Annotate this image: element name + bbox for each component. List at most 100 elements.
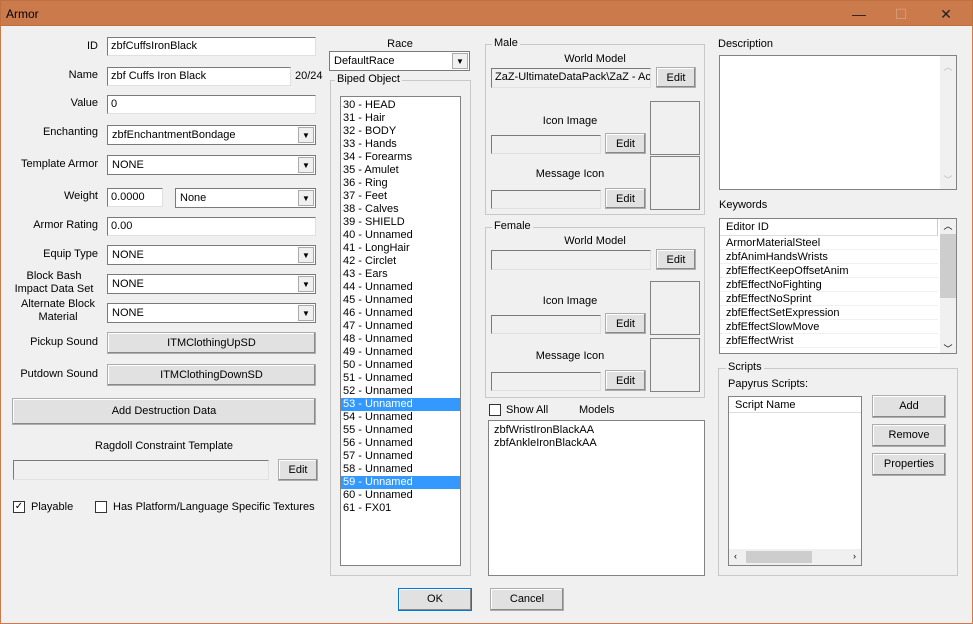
putdown-sound-button[interactable]: ITMClothingDownSD <box>107 364 316 386</box>
biped-slot-item[interactable]: 42 - Circlet <box>341 255 460 268</box>
male-world-model-edit-button[interactable]: Edit <box>656 67 696 88</box>
keyword-item[interactable]: zbfEffectSlowMove <box>720 320 938 334</box>
keyword-item[interactable]: ArmorMaterialSteel <box>720 236 938 250</box>
biped-slot-item[interactable]: 31 - Hair <box>341 112 460 125</box>
female-message-icon-input[interactable] <box>491 372 601 391</box>
female-message-icon-preview <box>650 338 700 392</box>
biped-slot-item[interactable]: 57 - Unnamed <box>341 450 460 463</box>
weight-type-select[interactable]: None ▼ <box>175 188 316 208</box>
scripts-horizontal-scrollbar[interactable]: ‹ › <box>729 549 861 565</box>
female-label: Female <box>492 220 533 232</box>
scrollbar-thumb[interactable] <box>940 234 956 298</box>
cancel-button[interactable]: Cancel <box>490 588 564 611</box>
female-message-icon-edit-button[interactable]: Edit <box>605 370 646 391</box>
biped-slot-item[interactable]: 36 - Ring <box>341 177 460 190</box>
keyword-item[interactable]: zbfEffectNoSprint <box>720 292 938 306</box>
biped-slot-item[interactable]: 34 - Forearms <box>341 151 460 164</box>
biped-slot-item[interactable]: 30 - HEAD <box>341 99 460 112</box>
scripts-list[interactable]: Script Name ‹ › <box>728 396 862 566</box>
male-message-icon-edit-button[interactable]: Edit <box>605 188 646 209</box>
male-icon-image-edit-button[interactable]: Edit <box>605 133 646 154</box>
biped-slot-item[interactable]: 55 - Unnamed <box>341 424 460 437</box>
female-world-model-edit-button[interactable]: Edit <box>656 249 696 270</box>
minimize-button[interactable]: — <box>836 1 882 27</box>
enchanting-select[interactable]: zbfEnchantmentBondage ▼ <box>107 125 316 145</box>
biped-slot-item[interactable]: 37 - Feet <box>341 190 460 203</box>
description-textarea[interactable]: ︿ ﹀ <box>719 55 957 190</box>
scrollbar-thumb[interactable] <box>746 551 812 563</box>
biped-slot-item[interactable]: 56 - Unnamed <box>341 437 460 450</box>
ok-button[interactable]: OK <box>398 588 472 611</box>
weight-input[interactable]: 0.0000 <box>107 188 163 207</box>
biped-slot-item[interactable]: 51 - Unnamed <box>341 372 460 385</box>
enchanting-value: zbfEnchantmentBondage <box>112 129 236 141</box>
block-bash-select[interactable]: NONE ▼ <box>107 274 316 294</box>
female-world-model-input[interactable] <box>491 250 651 270</box>
script-name-column-header[interactable]: Script Name <box>729 397 861 413</box>
biped-slot-item[interactable]: 39 - SHIELD <box>341 216 460 229</box>
keyword-item[interactable]: zbfEffectNoFighting <box>720 278 938 292</box>
biped-slot-item[interactable]: 47 - Unnamed <box>341 320 460 333</box>
female-icon-image-input[interactable] <box>491 315 601 334</box>
biped-slot-item[interactable]: 54 - Unnamed <box>341 411 460 424</box>
biped-slot-item[interactable]: 41 - LongHair <box>341 242 460 255</box>
biped-slot-item[interactable]: 43 - Ears <box>341 268 460 281</box>
ragdoll-edit-button[interactable]: Edit <box>278 459 318 481</box>
name-char-count: 20/24 <box>295 70 323 82</box>
model-item[interactable]: zbfAnkleIronBlackAA <box>492 437 701 450</box>
keyword-item[interactable]: zbfAnimHandsWrists <box>720 250 938 264</box>
biped-slot-item[interactable]: 45 - Unnamed <box>341 294 460 307</box>
biped-slot-item[interactable]: 46 - Unnamed <box>341 307 460 320</box>
id-input[interactable]: zbfCuffsIronBlack <box>107 37 316 56</box>
pickup-sound-button[interactable]: ITMClothingUpSD <box>107 332 316 354</box>
keywords-list[interactable]: Editor ID ︿ ﹀ ArmorMaterialSteel zbfAnimHa… <box>719 218 957 354</box>
editor-id-column-header[interactable]: Editor ID <box>720 219 938 236</box>
ragdoll-input[interactable] <box>13 460 269 480</box>
platform-textures-checkbox[interactable] <box>95 501 107 513</box>
equip-type-select[interactable]: NONE ▼ <box>107 245 316 265</box>
close-button[interactable]: ✕ <box>923 1 969 27</box>
models-list[interactable]: zbfWristIronBlackAA zbfAnkleIronBlackAA <box>488 420 705 576</box>
value-input[interactable]: 0 <box>107 95 316 114</box>
alternate-block-select[interactable]: NONE ▼ <box>107 303 316 323</box>
biped-slot-item[interactable]: 52 - Unnamed <box>341 385 460 398</box>
add-script-button[interactable]: Add <box>872 395 946 418</box>
name-input[interactable]: zbf Cuffs Iron Black <box>107 67 291 86</box>
biped-slot-item[interactable]: 61 - FX01 <box>341 502 460 515</box>
biped-slot-item[interactable]: 33 - Hands <box>341 138 460 151</box>
male-world-model-input[interactable]: ZaZ-UltimateDataPack\ZaZ - Ac <box>491 68 651 88</box>
keywords-scrollbar[interactable]: ︿ ﹀ <box>940 219 956 354</box>
keyword-item[interactable]: zbfEffectWrist <box>720 334 938 348</box>
biped-slot-item[interactable]: 58 - Unnamed <box>341 463 460 476</box>
biped-object-list[interactable]: 30 - HEAD 31 - Hair 32 - BODY 33 - Hands 34 … <box>340 96 461 566</box>
race-select[interactable]: DefaultRace ▼ <box>329 51 470 71</box>
biped-slot-item[interactable]: 44 - Unnamed <box>341 281 460 294</box>
remove-script-button[interactable]: Remove <box>872 424 946 447</box>
race-label: Race <box>387 38 413 50</box>
add-destruction-data-button[interactable]: Add Destruction Data <box>12 398 316 425</box>
biped-slot-item[interactable]: 53 - Unnamed <box>341 398 460 411</box>
show-all-checkbox[interactable] <box>489 404 501 416</box>
armor-rating-input[interactable]: 0.00 <box>107 217 316 236</box>
male-message-icon-input[interactable] <box>491 190 601 209</box>
keyword-item[interactable]: zbfEffectKeepOffsetAnim <box>720 264 938 278</box>
biped-slot-item[interactable]: 35 - Amulet <box>341 164 460 177</box>
playable-checkbox[interactable]: ✓ <box>13 501 25 513</box>
biped-slot-item[interactable]: 38 - Calves <box>341 203 460 216</box>
biped-slot-item[interactable]: 59 - Unnamed <box>341 476 460 489</box>
biped-slot-item[interactable]: 32 - BODY <box>341 125 460 138</box>
female-icon-image-edit-button[interactable]: Edit <box>605 313 646 334</box>
male-icon-preview <box>650 101 700 155</box>
biped-slot-item[interactable]: 48 - Unnamed <box>341 333 460 346</box>
maximize-button[interactable]: ☐ <box>878 1 924 27</box>
biped-slot-item[interactable]: 49 - Unnamed <box>341 346 460 359</box>
biped-slot-item[interactable]: 40 - Unnamed <box>341 229 460 242</box>
biped-slot-item[interactable]: 60 - Unnamed <box>341 489 460 502</box>
keyword-item[interactable]: zbfEffectSetExpression <box>720 306 938 320</box>
biped-slot-item[interactable]: 50 - Unnamed <box>341 359 460 372</box>
model-item[interactable]: zbfWristIronBlackAA <box>492 424 701 437</box>
script-properties-button[interactable]: Properties <box>872 453 946 476</box>
male-icon-image-input[interactable] <box>491 135 601 154</box>
template-armor-select[interactable]: NONE ▼ <box>107 155 316 175</box>
description-scrollbar[interactable]: ︿ ﹀ <box>940 56 956 189</box>
